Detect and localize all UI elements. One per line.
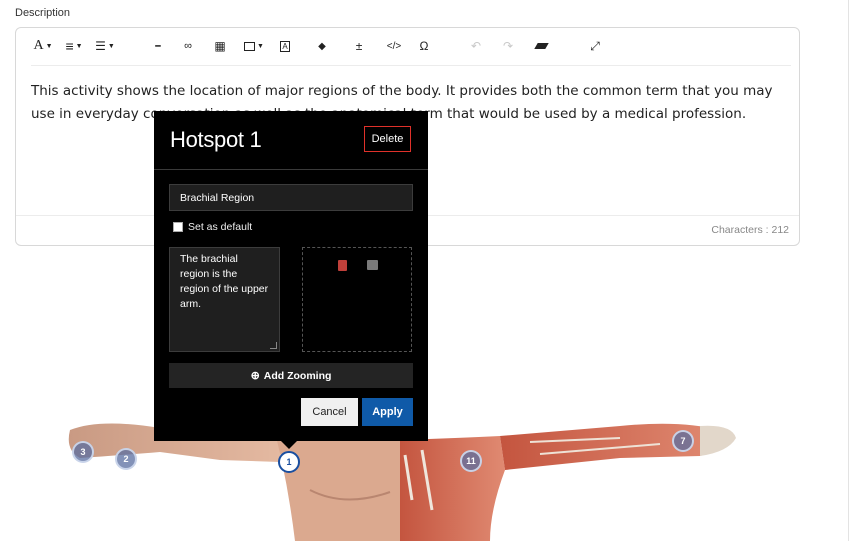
formula-icon: ± (355, 39, 363, 53)
media-drop-area[interactable] (302, 247, 412, 352)
hotspot-marker-7[interactable]: 7 (672, 430, 694, 452)
clear-format-button[interactable] (532, 37, 550, 55)
chevron-down-icon: ▼ (257, 42, 264, 50)
image-icon[interactable] (367, 260, 378, 270)
hotspot-marker-2[interactable]: 2 (115, 448, 137, 470)
undo-icon: ↶ (470, 39, 482, 53)
image-button[interactable]: ▼ (240, 37, 268, 55)
link-button[interactable]: ∞ (179, 37, 197, 55)
special-char-button[interactable]: Ω (416, 37, 432, 55)
eraser-icon (533, 43, 549, 49)
set-default-label: Set as default (188, 221, 253, 233)
undo-button[interactable]: ↶ (468, 37, 484, 55)
hotspot-name-input[interactable]: Brachial Region (169, 184, 413, 211)
redo-button[interactable]: ↷ (500, 37, 516, 55)
align-button[interactable]: ≡ ▼ (62, 37, 86, 55)
chevron-down-icon: ▼ (107, 42, 115, 50)
hotspot-description-textarea[interactable]: The brachial region is the region of the… (169, 247, 280, 352)
chevron-down-icon: ▼ (45, 42, 53, 50)
image-icon (244, 41, 256, 51)
text-box-button[interactable]: A (278, 37, 292, 55)
zoom-in-icon: ⊕ (250, 370, 260, 382)
delete-button[interactable]: Delete (364, 126, 411, 152)
hotspot-description-text: The brachial region is the region of the… (180, 253, 269, 310)
toolbar-divider (31, 65, 791, 66)
redo-icon: ↷ (502, 39, 514, 53)
popup-divider (154, 169, 428, 170)
code-button[interactable]: </> (384, 37, 404, 55)
omega-icon: Ω (419, 39, 429, 53)
align-icon: ≡ (65, 38, 74, 54)
list-icon: ☰ (95, 39, 106, 53)
hotspot-marker-1[interactable]: 1 (278, 451, 300, 473)
apply-button[interactable]: Apply (362, 398, 413, 426)
horizontal-rule-button[interactable]: ━ (149, 37, 167, 55)
hotspot-marker-11[interactable]: 11 (460, 450, 482, 472)
popup-title: Hotspot 1 (170, 127, 262, 152)
expand-icon: ⤢ (590, 38, 600, 53)
add-zooming-label: Add Zooming (263, 369, 332, 382)
minus-icon: ━ (155, 40, 161, 51)
hotspot-editor-popup: Hotspot 1 Delete Brachial Region Set as … (154, 111, 428, 441)
editor-toolbar: A ▼ ≡ ▼ ☰ ▼ ━ ∞ ▦ ▼ A ◆ ± </> Ω ↶ ↷ ⤢ (16, 28, 799, 65)
fullscreen-button[interactable]: ⤢ (586, 37, 604, 55)
text-box-icon: A (280, 40, 290, 52)
font-icon: A (33, 38, 44, 53)
set-default-row[interactable]: Set as default (173, 221, 252, 233)
cancel-button[interactable]: Cancel (301, 398, 358, 426)
chevron-down-icon: ▼ (75, 42, 83, 50)
table-button[interactable]: ▦ (211, 37, 229, 55)
add-zooming-button[interactable]: ⊕ Add Zooming (169, 363, 413, 388)
hotspot-marker-3[interactable]: 3 (72, 441, 94, 463)
code-icon: </> (386, 40, 402, 52)
highlight-button[interactable]: ◆ (315, 37, 329, 55)
highlight-icon: ◆ (318, 40, 326, 52)
table-icon: ▦ (214, 39, 226, 53)
link-icon: ∞ (184, 40, 192, 52)
description-label: Description (15, 7, 71, 19)
popup-pointer (280, 440, 298, 449)
character-count: Characters : 212 (711, 224, 789, 236)
resize-handle[interactable] (270, 342, 277, 349)
list-button[interactable]: ☰ ▼ (93, 37, 117, 55)
formula-button[interactable]: ± (350, 37, 368, 55)
panel-border (848, 0, 849, 541)
trash-icon[interactable] (338, 260, 347, 271)
font-format-button[interactable]: A ▼ (31, 37, 55, 55)
set-default-checkbox[interactable] (173, 222, 183, 232)
